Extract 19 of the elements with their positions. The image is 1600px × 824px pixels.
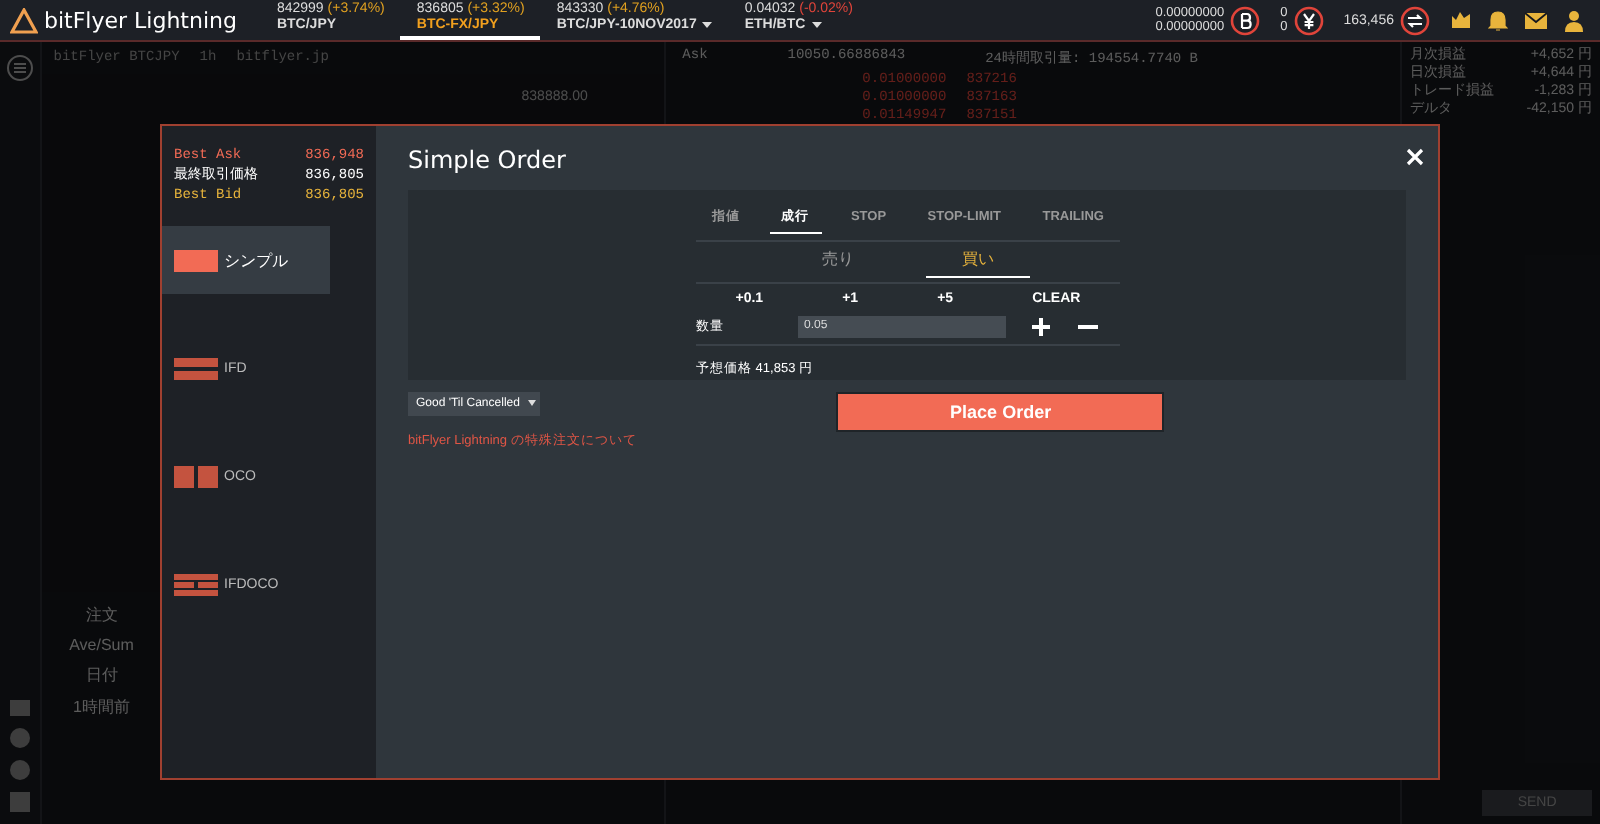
plus-icon — [1031, 317, 1049, 335]
bitcoin-icon[interactable] — [1230, 5, 1261, 35]
panel-item: Ave/Sum — [69, 636, 134, 654]
logo-icon — [10, 7, 38, 33]
increment-button[interactable] — [1026, 314, 1054, 338]
minus-icon — [1078, 323, 1098, 329]
caret-icon — [527, 400, 536, 406]
app-logo: bitFlyer Lightning — [44, 7, 237, 33]
panel-item: 日付 — [85, 664, 118, 686]
side-tab[interactable]: 買い — [926, 248, 1030, 278]
panel-item: 1時間前 — [73, 696, 130, 718]
yen-icon[interactable] — [1293, 5, 1324, 35]
order-type-tab[interactable]: シンプル — [162, 226, 330, 294]
user-icon[interactable] — [1564, 9, 1584, 31]
close-icon — [1406, 148, 1424, 166]
side-tab[interactable]: 売り — [786, 248, 890, 278]
exchange-icon[interactable] — [1400, 5, 1430, 35]
bell-icon[interactable] — [1488, 9, 1508, 31]
dialog-title: Simple Order — [408, 146, 568, 174]
